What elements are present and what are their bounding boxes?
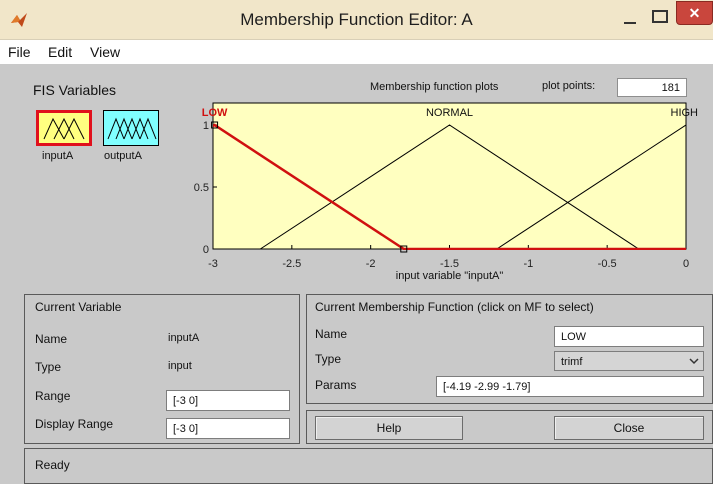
display-range-label: Display Range (35, 417, 114, 431)
display-range-input[interactable]: [-3 0] (166, 418, 290, 439)
mf-label-high: HIGH (671, 107, 699, 119)
x-tick-label: -2 (366, 258, 376, 270)
mf-label-low: LOW (202, 107, 228, 119)
mf-params-input[interactable]: [-4.19 -2.99 -1.79] (436, 376, 704, 397)
current-variable-title: Current Variable (35, 300, 122, 314)
mf-name-input[interactable]: LOW (554, 326, 704, 347)
mf-type-value: trimf (561, 356, 583, 368)
variable-type-label: Type (35, 360, 62, 374)
chevron-down-icon (689, 358, 699, 365)
x-tick-label: -0.5 (598, 258, 617, 270)
mf-type-select[interactable]: trimf (554, 351, 704, 371)
close-button[interactable]: Close (554, 416, 704, 440)
help-button[interactable]: Help (315, 416, 463, 440)
x-tick-label: -2.5 (282, 258, 301, 270)
range-input[interactable]: [-3 0] (166, 390, 290, 411)
status-panel (24, 448, 713, 484)
range-label: Range (35, 389, 71, 403)
x-tick-label: -3 (208, 258, 218, 270)
status-text: Ready (35, 458, 70, 472)
y-tick-label: 0.5 (194, 182, 209, 194)
y-tick-label: 0 (203, 244, 209, 256)
mf-params-label: Params (315, 378, 357, 392)
mf-type-label: Type (315, 352, 342, 366)
mf-label-normal: NORMAL (426, 107, 473, 119)
variable-name-value: inputA (168, 332, 200, 344)
x-tick-label: -1.5 (440, 258, 459, 270)
x-tick-label: 0 (683, 258, 689, 270)
y-tick-label: 1 (203, 120, 209, 132)
x-axis-label: input variable "inputA" (396, 270, 504, 282)
current-mf-title: Current Membership Function (click on MF… (315, 300, 594, 314)
membership-function-plot[interactable]: 0 0.5 1 -3 -2.5 -2 -1.5 -1 -0.5 0 input variable "… (0, 0, 713, 290)
variable-type-value: input (168, 360, 192, 372)
mf-name-label: Name (315, 327, 348, 341)
x-tick-label: -1 (523, 258, 533, 270)
variable-name-label: Name (35, 332, 68, 346)
